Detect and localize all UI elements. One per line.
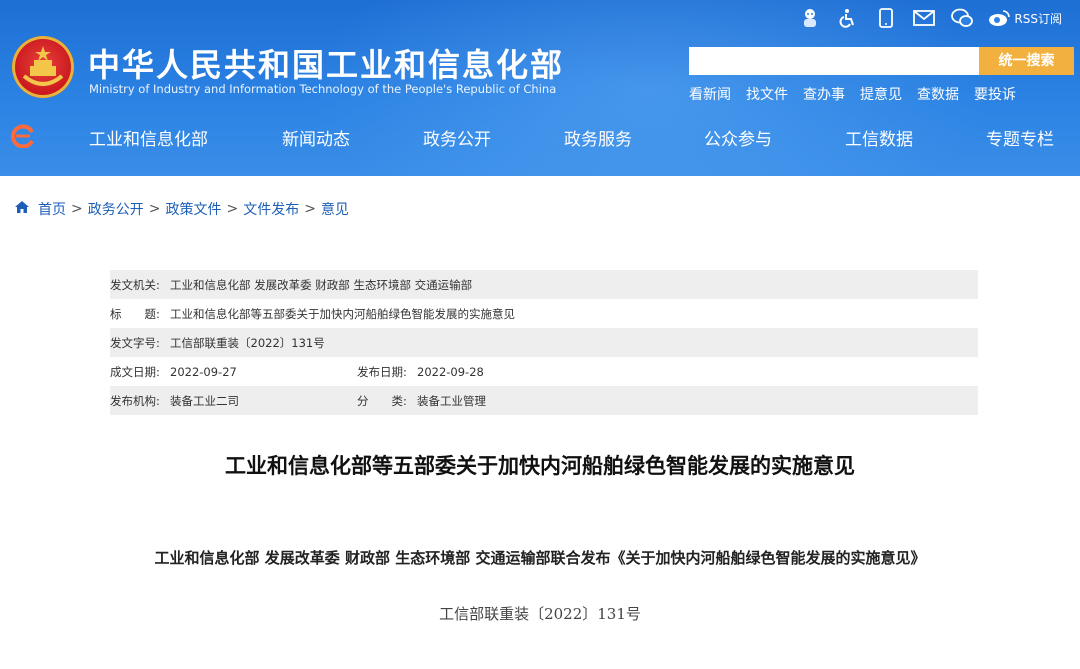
meta-value: 2022-09-28 (417, 364, 484, 379)
quick-links: 看新闻 找文件 查办事 提意见 查数据 要投诉 (689, 84, 1016, 104)
mobile-icon[interactable] (874, 6, 898, 30)
utility-toolbar: RSS订阅 (798, 6, 1062, 30)
meta-row-dates: 成文日期: 2022-09-27 发布日期: 2022-09-28 (110, 357, 978, 386)
breadcrumb-separator: > (226, 201, 239, 217)
document-metadata-table: 发文机关: 工业和信息化部 发展改革委 财政部 生态环境部 交通运输部 标 题:… (110, 270, 978, 415)
nav-miit[interactable]: 工业和信息化部 (89, 125, 208, 150)
quick-link-data[interactable]: 查数据 (917, 84, 959, 104)
meta-label: 分 类: (357, 393, 407, 408)
breadcrumb-open-government[interactable]: 政务公开 (88, 199, 144, 219)
quick-link-news[interactable]: 看新闻 (689, 84, 731, 104)
breadcrumb-file-release[interactable]: 文件发布 (243, 199, 299, 219)
breadcrumb-opinions[interactable]: 意见 (321, 199, 349, 219)
meta-label: 标 题: (110, 306, 160, 321)
meta-label: 发布机构: (110, 393, 160, 408)
nav-services[interactable]: 政务服务 (564, 125, 632, 150)
site-title[interactable]: 中华人民共和国工业和信息化部 (88, 40, 564, 86)
wechat-icon[interactable] (950, 6, 974, 30)
quick-link-files[interactable]: 找文件 (746, 84, 788, 104)
meta-published: 发布日期: 2022-09-28 (357, 364, 484, 380)
e-government-logo-icon[interactable] (10, 124, 38, 152)
document-number: 工信部联重装〔2022〕131号 (439, 605, 641, 623)
quick-link-complaint[interactable]: 要投诉 (974, 84, 1016, 104)
search-input[interactable] (689, 47, 979, 75)
weibo-icon (989, 10, 1011, 26)
nav-topics[interactable]: 专题专栏 (986, 125, 1054, 150)
meta-row-org: 发布机构: 装备工业二司 分 类: 装备工业管理 (110, 386, 978, 415)
document-title: 工业和信息化部等五部委关于加快内河船舶绿色智能发展的实施意见 (225, 454, 855, 478)
meta-value: 2022-09-27 (170, 364, 237, 379)
robot-icon[interactable] (798, 6, 822, 30)
quick-link-feedback[interactable]: 提意见 (860, 84, 902, 104)
meta-value: 装备工业管理 (417, 393, 486, 408)
search-button[interactable]: 统一搜索 (979, 47, 1074, 75)
meta-row-title: 标 题: 工业和信息化部等五部委关于加快内河船舶绿色智能发展的实施意见 (110, 299, 978, 328)
meta-label: 发文机关: (110, 277, 160, 292)
breadcrumb-home[interactable]: 首页 (38, 199, 66, 219)
main-nav: 工业和信息化部 新闻动态 政务公开 政务服务 公众参与 工信数据 专题专栏 (0, 116, 1080, 158)
meta-value: 装备工业二司 (170, 393, 239, 408)
meta-row-issuer: 发文机关: 工业和信息化部 发展改革委 财政部 生态环境部 交通运输部 (110, 270, 978, 299)
breadcrumb-separator: > (148, 201, 161, 217)
meta-label: 成文日期: (110, 364, 160, 379)
document-subtitle: 工业和信息化部 发展改革委 财政部 生态环境部 交通运输部联合发布《关于加快内河… (154, 549, 926, 567)
meta-row-docno: 发文字号: 工信部联重装〔2022〕131号 (110, 328, 978, 357)
nav-news[interactable]: 新闻动态 (282, 125, 350, 150)
national-emblem-icon[interactable] (12, 36, 74, 98)
meta-label: 发布日期: (357, 364, 407, 379)
meta-value: 工业和信息化部等五部委关于加快内河船舶绿色智能发展的实施意见 (170, 306, 515, 321)
breadcrumb-policy-files[interactable]: 政策文件 (165, 199, 221, 219)
meta-value: 工信部联重装〔2022〕131号 (170, 335, 325, 350)
breadcrumb: 首页 > 政务公开 > 政策文件 > 文件发布 > 意见 (14, 199, 349, 219)
site-subtitle: Ministry of Industry and Information Tec… (89, 82, 557, 96)
nav-public-participation[interactable]: 公众参与 (704, 125, 772, 150)
breadcrumb-separator: > (71, 201, 83, 217)
nav-data[interactable]: 工信数据 (845, 125, 913, 150)
home-icon[interactable] (14, 200, 30, 218)
nav-open-government[interactable]: 政务公开 (423, 125, 491, 150)
quick-link-services[interactable]: 查办事 (803, 84, 845, 104)
rss-label: RSS订阅 (1014, 11, 1062, 26)
accessibility-icon[interactable] (836, 6, 860, 30)
meta-category: 分 类: 装备工业管理 (357, 393, 486, 409)
rss-link[interactable]: RSS订阅 (988, 9, 1062, 27)
site-header: 中华人民共和国工业和信息化部 Ministry of Industry and … (0, 0, 1080, 176)
meta-label: 发文字号: (110, 335, 160, 350)
breadcrumb-separator: > (304, 201, 316, 217)
document-body-cutoff (148, 655, 968, 669)
meta-value: 工业和信息化部 发展改革委 财政部 生态环境部 交通运输部 (170, 277, 473, 292)
mail-icon[interactable] (912, 6, 936, 30)
